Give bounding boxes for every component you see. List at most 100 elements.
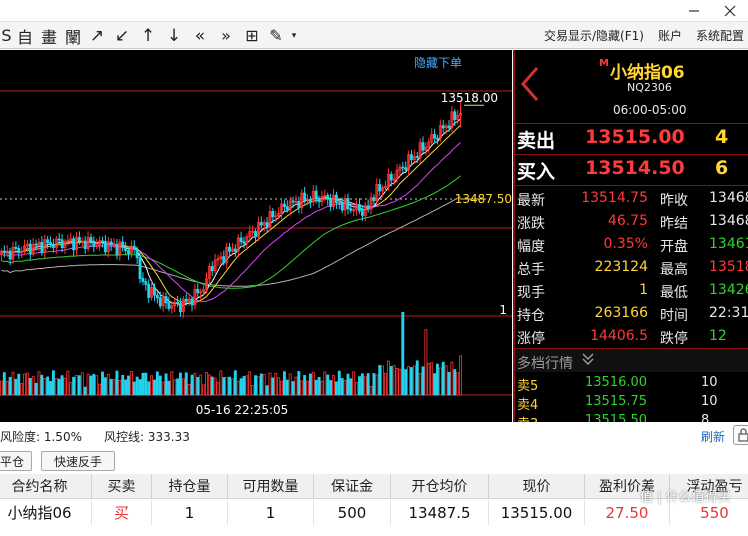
column-header[interactable]: 保证金 [314,474,391,499]
position-actions: 平仓 快速反手 [0,449,748,473]
buy-price[interactable]: 13514.50 [585,157,685,179]
quote-row: 涨停 14406.5 跌停 12 [515,326,748,349]
candle-body [401,166,405,169]
volume-bar [280,380,283,396]
depth-row[interactable]: 卖3 13515.50 8 [515,412,748,422]
depth-row[interactable]: 卖4 13515.75 10 [515,393,748,413]
volume-bar [233,370,237,396]
volume-bar [95,375,99,396]
high-price-label: 13518.00 [441,91,498,105]
table-cell[interactable]: 13515.00 [489,500,585,525]
draw-icon[interactable]: 畫 [37,24,61,48]
volume-bar [72,376,76,396]
quote-row: 涨跌 46.75 昨结 13468 [515,211,748,234]
ma-line-white [1,118,461,307]
refresh-link[interactable]: 刷新 [701,428,725,445]
risk-ratio: 风险度: 1.50% [0,430,82,444]
grid-icon[interactable]: » [213,24,239,48]
volume-bar [127,375,130,396]
back-arrow-icon[interactable] [519,66,543,106]
candle-body [46,239,50,244]
volume-bar [340,378,344,396]
table-cell[interactable]: 小纳指06 [0,500,92,525]
table-cell[interactable]: 1 [152,500,228,525]
volume-bar [427,363,431,396]
arrow-down-icon[interactable]: ↑ [135,24,161,48]
double-chevron-down-icon [581,351,595,371]
column-header[interactable]: 买卖 [92,474,152,499]
candle-body [17,248,21,254]
minimize-icon[interactable] [676,0,712,22]
candle-body [291,200,295,203]
lock-icon[interactable] [733,425,748,445]
pen-icon[interactable]: ⊞ [239,24,265,48]
volume-bar [121,374,125,396]
hide-order-link[interactable]: 隐藏下单 [414,54,462,71]
caret-icon[interactable]: ✎ [265,24,287,48]
rewind-icon[interactable]: ↓ [161,24,187,48]
candle-body [164,296,168,304]
auto-icon[interactable]: 自 [13,24,37,48]
quick-reverse-button[interactable]: 快速反手 [41,451,115,471]
forward-icon[interactable]: « [187,24,213,48]
stat-label: 涨跌 [517,216,545,232]
stat-value: 46.75 [607,213,648,229]
depth-level: 卖3 [517,413,538,422]
shrink-icon[interactable]: ↗ [85,24,109,48]
column-header[interactable]: 可用数量 [228,474,314,499]
expand-icon[interactable]: 䦴 [61,24,85,48]
depth-toggle[interactable]: 多档行情 [515,348,748,372]
candle-body [147,283,151,298]
column-header[interactable]: 持仓量 [152,474,228,499]
table-cell[interactable]: 500 [314,500,391,525]
menu-account[interactable]: 账户 [658,27,682,44]
candle-body [308,198,312,203]
volume-bar [360,373,364,396]
stat-label: 昨收 [660,193,688,209]
buy-label: 买入 [517,161,556,183]
caret-icon[interactable]: ▾ [287,24,301,48]
chart-tools: S 自畫䦴 ↗ ↙ ↑ ↓ «» ⊞ ✎ ▾ [0,22,301,49]
sell-price[interactable]: 13515.00 [585,126,685,148]
column-header[interactable]: 合约名称 [0,474,92,499]
volume-bar [251,385,255,396]
candle-body [196,288,200,294]
ma-line-magenta [1,142,461,303]
candle-body [372,197,376,202]
close-icon[interactable] [712,0,748,22]
table-cell[interactable]: 13487.5 [391,500,489,525]
column-header[interactable]: 现价 [489,474,585,499]
menu-system-config[interactable]: 系统配置 [696,27,744,44]
menu-trade-toggle[interactable]: 交易显示/隐藏(F1) [544,27,644,44]
volume-bar [138,379,142,396]
stop-icon[interactable]: S [0,24,13,48]
volume-bar [83,386,87,396]
open-price-label: 13487.50 [455,192,512,206]
depth-qty: 10 [701,375,718,390]
candle-body [158,297,162,307]
volume-bar [384,373,387,396]
volume-bar [37,371,41,396]
table-cell[interactable]: 1 [228,500,314,525]
volume-bar [326,374,330,396]
volume-bar [132,381,136,396]
volume-bar [314,379,318,396]
close-position-button[interactable]: 平仓 [0,451,32,471]
volume-bar [135,376,139,396]
volume-bar [219,370,223,396]
column-header[interactable]: 开仓均价 [391,474,489,499]
volume-bar [63,377,67,396]
depth-row[interactable]: 卖5 13516.00 10 [515,374,748,394]
kline-chart[interactable]: 13518.00 13487.50 1 05-16 22:25:05 隐藏下单 [0,50,512,422]
volume-bar [459,355,462,396]
volume-bar [395,368,399,396]
candle-body [242,241,246,244]
volume-bar [317,377,321,396]
table-cell[interactable]: 买 [92,500,152,525]
quote-row: 现手 1 最低 13426 [515,280,748,303]
volume-bar [277,377,281,396]
volume-bar [216,382,220,396]
volume-bar [256,376,260,396]
candle-body [92,240,96,247]
arrow-up-icon[interactable]: ↙ [109,24,135,48]
